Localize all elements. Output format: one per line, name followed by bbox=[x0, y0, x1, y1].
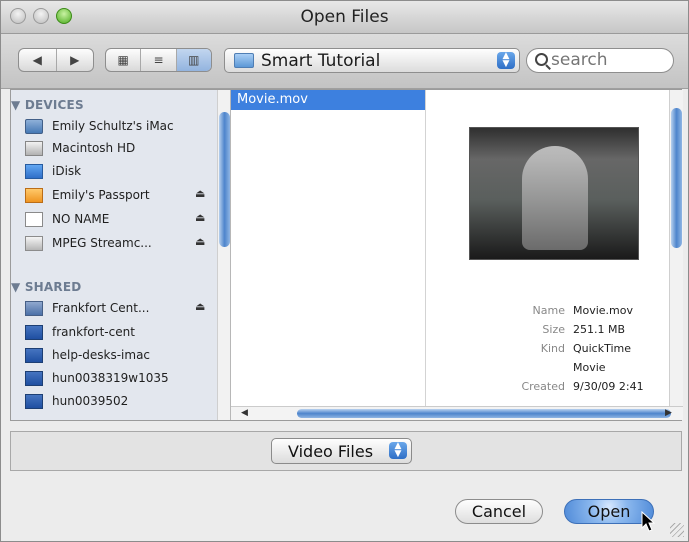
back-arrow-icon: ◀ bbox=[32, 53, 42, 67]
eject-icon[interactable]: ⏏ bbox=[195, 211, 205, 224]
toolbar: ◀ ▶ ▦ ≡ ▥ Smart Tutorial ▲ ▼ bbox=[1, 34, 688, 89]
disclosure-triangle-icon: ▼ bbox=[11, 98, 21, 112]
cancel-button[interactable]: Cancel bbox=[455, 499, 543, 524]
popup-stepper-icon: ▲ ▼ bbox=[389, 442, 407, 459]
imac-icon bbox=[25, 119, 43, 134]
mouse-cursor-icon bbox=[641, 511, 655, 532]
icon-view-button[interactable]: ▦ bbox=[106, 49, 142, 71]
video-thumbnail bbox=[469, 127, 639, 260]
sidebar-item-help-desks-imac[interactable]: help-desks-imac bbox=[11, 345, 216, 367]
preview-scroll-thumb[interactable] bbox=[671, 108, 682, 248]
detail-label-kind: Kind bbox=[540, 342, 565, 355]
sidebar-item-no-name[interactable]: NO NAME ⏏ bbox=[11, 209, 216, 231]
scroll-left-arrow-icon[interactable]: ◀ bbox=[241, 408, 248, 418]
display-icon bbox=[25, 371, 43, 386]
network-mac-icon bbox=[25, 301, 43, 316]
search-icon bbox=[535, 53, 548, 66]
preview-scrollbar[interactable] bbox=[669, 90, 683, 406]
scroll-right-arrow-icon[interactable]: ▶ bbox=[665, 408, 672, 418]
sidebar: ▼ DEVICES Emily Schultz's iMac Macintosh… bbox=[11, 90, 231, 420]
format-bar: Video Files ▲ ▼ bbox=[10, 431, 682, 471]
path-popup-value: Smart Tutorial bbox=[261, 51, 381, 71]
path-popup[interactable]: Smart Tutorial ▲ ▼ bbox=[224, 48, 520, 73]
disclosure-triangle-icon: ▼ bbox=[11, 280, 21, 294]
blank-disk-icon bbox=[25, 212, 43, 227]
video-thumbnail-figure bbox=[522, 146, 588, 250]
drive-icon bbox=[25, 236, 43, 251]
file-browser: ▼ DEVICES Emily Schultz's iMac Macintosh… bbox=[10, 89, 683, 421]
open-files-dialog: Open Files ◀ ▶ ▦ ≡ ▥ Smart Tutorial ▲ ▼ … bbox=[0, 0, 689, 542]
search-input[interactable] bbox=[551, 51, 666, 69]
navigation-buttons: ◀ ▶ bbox=[18, 48, 94, 72]
sidebar-scrollbar[interactable] bbox=[217, 90, 230, 420]
back-button[interactable]: ◀ bbox=[19, 49, 57, 71]
sidebar-item-hun0039502[interactable]: hun0039502 bbox=[11, 391, 216, 413]
idisk-icon bbox=[25, 164, 43, 179]
detail-value-size: 251.1 MB bbox=[573, 323, 626, 336]
sidebar-item-frankfort-cent-computer[interactable]: Frankfort Cent... ⏏ bbox=[11, 298, 216, 320]
title-bar: Open Files bbox=[1, 1, 688, 34]
grid-icon: ▦ bbox=[117, 53, 129, 67]
sidebar-item-emilys-passport[interactable]: Emily's Passport ⏏ bbox=[11, 185, 216, 207]
detail-value-created: 9/30/09 2:41 bbox=[573, 380, 644, 393]
sidebar-item-hun0038319w1035[interactable]: hun0038319w1035 bbox=[11, 368, 216, 390]
column-view-button[interactable]: ▥ bbox=[176, 49, 211, 71]
resize-grip-icon[interactable] bbox=[670, 523, 684, 537]
folder-icon bbox=[234, 53, 254, 68]
horizontal-scrollbar[interactable]: ◀ ▶ bbox=[231, 406, 683, 420]
popup-stepper-icon: ▲ ▼ bbox=[497, 52, 515, 69]
shared-section-header: ▼ SHARED bbox=[11, 280, 82, 294]
devices-section-header: ▼ DEVICES bbox=[11, 98, 84, 112]
preview-pane: Name Movie.mov Size 251.1 MB Kind QuickT… bbox=[426, 90, 683, 420]
display-icon bbox=[25, 394, 43, 409]
eject-icon[interactable]: ⏏ bbox=[195, 300, 205, 313]
eject-icon[interactable]: ⏏ bbox=[195, 187, 205, 200]
eject-icon[interactable]: ⏏ bbox=[195, 235, 205, 248]
hard-drive-icon bbox=[25, 141, 43, 156]
list-icon: ≡ bbox=[153, 53, 164, 67]
horizontal-scroll-thumb[interactable] bbox=[297, 409, 671, 418]
sidebar-item-mpeg-streamc[interactable]: MPEG Streamc... ⏏ bbox=[11, 233, 216, 255]
detail-label-created: Created bbox=[521, 380, 565, 393]
file-format-popup[interactable]: Video Files ▲ ▼ bbox=[271, 438, 412, 464]
forward-button[interactable]: ▶ bbox=[57, 49, 94, 71]
detail-value-kind: QuickTime bbox=[573, 342, 632, 355]
sidebar-item-frankfort-cent[interactable]: frankfort-cent bbox=[11, 322, 216, 344]
list-view-button[interactable]: ≡ bbox=[141, 49, 177, 71]
sidebar-item-macintosh-hd[interactable]: Macintosh HD bbox=[11, 138, 216, 160]
detail-label-name: Name bbox=[532, 304, 565, 317]
sidebar-scroll-thumb[interactable] bbox=[219, 112, 230, 247]
detail-value-kind-line-2: Movie bbox=[573, 361, 606, 374]
forward-arrow-icon: ▶ bbox=[70, 53, 80, 67]
detail-value-name: Movie.mov bbox=[573, 304, 634, 317]
selected-file-row[interactable]: Movie.mov bbox=[231, 90, 425, 110]
view-mode-buttons: ▦ ≡ ▥ bbox=[105, 48, 212, 72]
external-drive-icon bbox=[25, 188, 43, 203]
file-format-value: Video Files bbox=[288, 442, 374, 461]
display-icon bbox=[25, 348, 43, 363]
detail-label-size: Size bbox=[542, 323, 565, 336]
sidebar-item-idisk[interactable]: iDisk bbox=[11, 161, 216, 183]
window-title: Open Files bbox=[300, 7, 389, 27]
sidebar-item-emily-imac[interactable]: Emily Schultz's iMac bbox=[11, 116, 216, 138]
search-field[interactable] bbox=[526, 48, 674, 73]
file-column: Movie.mov bbox=[231, 90, 426, 420]
display-icon bbox=[25, 325, 43, 340]
columns-icon: ▥ bbox=[188, 53, 200, 67]
